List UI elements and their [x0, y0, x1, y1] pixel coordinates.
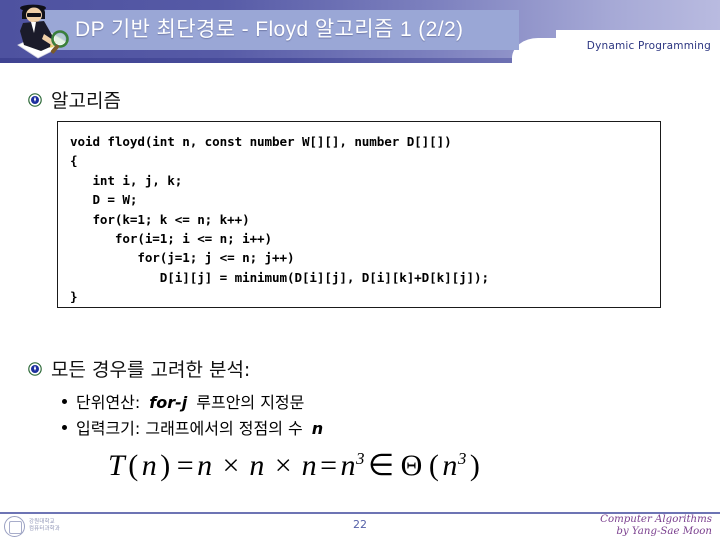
- formula-bound-symbol: Θ: [400, 449, 423, 482]
- bullet-dot-icon: [62, 425, 67, 430]
- subject-label: Dynamic Programming: [586, 40, 711, 52]
- bullet-emphasis: n: [311, 419, 324, 438]
- code-text: void floyd(int n, const number W[][], nu…: [70, 134, 489, 305]
- complexity-formula: T(n) = n × n × n = n3 ∈ Θ(n3): [108, 449, 481, 482]
- heading-algorithm-label: 알고리즘: [51, 90, 121, 112]
- bullet-emphasis: for-j: [149, 393, 188, 412]
- formula-result-exp: 3: [356, 449, 366, 468]
- credit-line-1: Computer Algorithms: [600, 514, 712, 525]
- credits: Computer Algorithms by Yang-Sae Moon: [600, 514, 712, 537]
- emblem-bullet-icon: [28, 361, 42, 376]
- formula-result-base: n: [340, 449, 357, 482]
- formula-bound-base: n: [442, 449, 458, 482]
- formula-member-symbol: ∈: [368, 449, 395, 482]
- bullet-suffix: 루프안의 지정문: [196, 393, 305, 412]
- formula-fn: T: [108, 449, 126, 482]
- formula-terms: n × n × n: [197, 449, 318, 482]
- list-item: 단위연산: for-j 루프안의 지정문: [62, 390, 323, 416]
- heading-analysis-label: 모든 경우를 고려한 분석:: [51, 359, 251, 381]
- analysis-bullet-list: 단위연산: for-j 루프안의 지정문 입력크기: 그래프에서의 정점의 수 …: [62, 390, 323, 442]
- list-item: 입력크기: 그래프에서의 정점의 수 n: [62, 416, 323, 442]
- detective-magnifier-icon: [17, 4, 69, 59]
- emblem-bullet-icon: [28, 92, 42, 107]
- heading-algorithm: 알고리즘: [28, 86, 121, 113]
- credit-line-2: by Yang-Sae Moon: [616, 525, 712, 537]
- code-block: void floyd(int n, const number W[][], nu…: [57, 121, 661, 308]
- slide-canvas: DP 기반 최단경로 - Floyd 알고리즘 1 (2/2) Dynamic …: [0, 0, 720, 540]
- formula-bound-exp: 3: [457, 449, 467, 468]
- bullet-prefix: 단위연산:: [76, 393, 141, 412]
- bullet-prefix: 입력크기: 그래프에서의 정점의 수: [76, 419, 303, 438]
- bullet-dot-icon: [62, 399, 67, 404]
- heading-analysis: 모든 경우를 고려한 분석:: [28, 355, 250, 382]
- slide-title: DP 기반 최단경로 - Floyd 알고리즘 1 (2/2): [75, 18, 464, 41]
- formula-arg: n: [141, 449, 158, 482]
